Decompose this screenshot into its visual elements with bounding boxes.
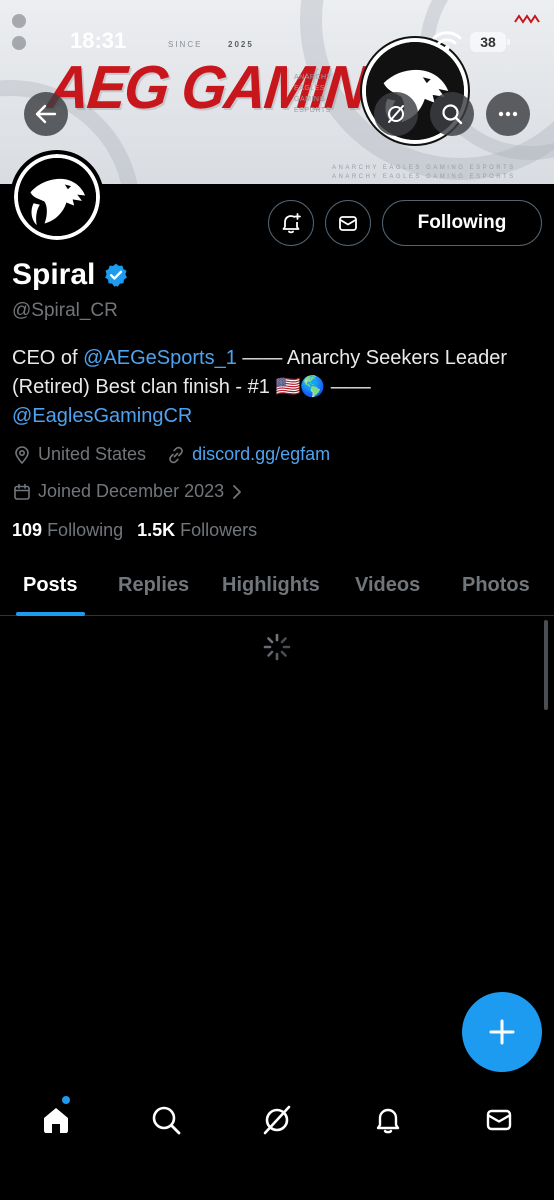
link-icon xyxy=(169,446,183,463)
nav-grok[interactable] xyxy=(257,1100,297,1140)
bio-mention-aegesports[interactable]: @AEGeSports_1 xyxy=(83,347,237,369)
profile-stats: 109 Following 1.5K Followers xyxy=(12,520,257,541)
banner-list: ANARCHY EAGLES GAMING ESPORTS xyxy=(294,74,332,114)
nav-home[interactable] xyxy=(36,1100,76,1140)
nav-messages[interactable] xyxy=(479,1100,519,1140)
profile-website-link[interactable]: discord.gg/egfam xyxy=(192,444,330,465)
profile-location: United States xyxy=(38,444,147,464)
status-indicators xyxy=(12,14,26,58)
banner-since-label: SINCE xyxy=(168,40,203,49)
search-icon xyxy=(442,104,463,125)
followers-stat[interactable]: 1.5K Followers xyxy=(137,520,257,541)
banner-title: AEG GAMING xyxy=(44,53,412,122)
more-icon xyxy=(498,111,518,117)
avatar[interactable] xyxy=(10,150,104,244)
tab-highlights[interactable]: Highlights xyxy=(222,574,320,597)
profile-tabs: Posts Replies Highlights Videos Photos xyxy=(0,560,554,616)
wifi-icon xyxy=(432,31,462,51)
nav-notifications[interactable] xyxy=(368,1100,408,1140)
profile-joined-date: Joined December 2023 xyxy=(38,481,225,501)
location-pin-icon xyxy=(15,445,29,464)
grok-icon xyxy=(388,105,404,123)
mail-icon xyxy=(486,1109,512,1131)
loading-spinner-icon xyxy=(263,633,291,661)
home-notification-dot xyxy=(62,1096,70,1104)
back-button[interactable] xyxy=(24,92,68,136)
mail-icon xyxy=(339,216,357,231)
verified-badge-icon[interactable] xyxy=(103,262,129,288)
profile-handle: @Spiral_CR xyxy=(12,300,118,321)
scrollbar[interactable] xyxy=(544,620,548,710)
following-stat[interactable]: 109 Following xyxy=(12,520,123,541)
battery-indicator: 38 xyxy=(470,32,510,52)
plus-icon xyxy=(489,1019,515,1045)
banner-since-value: 2025 xyxy=(228,40,254,49)
tab-photos[interactable]: Photos xyxy=(462,574,530,597)
calendar-icon xyxy=(14,483,30,500)
bio-mention-eaglesgaming[interactable]: @EaglesGamingCR xyxy=(12,405,192,427)
banner-footer: ANARCHY EAGLES GAMING ESPORTS ANARCHY EA… xyxy=(332,165,516,180)
status-time: 18:31 xyxy=(70,28,127,53)
more-button[interactable] xyxy=(486,92,530,136)
tab-replies[interactable]: Replies xyxy=(118,574,189,597)
profile-meta-location-row: United States discord.gg/egfam xyxy=(12,444,330,465)
notify-button[interactable] xyxy=(268,200,314,246)
banner-mark-icon xyxy=(514,14,540,24)
grok-icon xyxy=(263,1105,291,1135)
profile-joined-row[interactable]: Joined December 2023 xyxy=(12,481,250,502)
tab-videos[interactable]: Videos xyxy=(355,574,420,597)
bell-plus-icon xyxy=(282,213,301,234)
active-tab-indicator xyxy=(16,612,85,616)
nav-search[interactable] xyxy=(146,1100,186,1140)
chevron-right-icon xyxy=(233,484,242,499)
arrow-left-icon xyxy=(35,104,57,124)
search-button[interactable] xyxy=(430,92,474,136)
following-button[interactable]: Following xyxy=(382,200,542,246)
grok-button[interactable] xyxy=(374,92,418,136)
profile-name: Spiral xyxy=(12,258,96,291)
tab-posts[interactable]: Posts xyxy=(23,574,77,597)
compose-post-button[interactable] xyxy=(462,992,542,1072)
home-icon xyxy=(44,1108,68,1133)
bell-icon xyxy=(376,1108,400,1134)
profile-name-row: Spiral xyxy=(12,258,129,292)
bottom-nav xyxy=(0,1080,554,1200)
message-button[interactable] xyxy=(325,200,371,246)
search-icon xyxy=(152,1106,181,1135)
profile-bio: CEO of @AEGeSports_1 —— Anarchy Seekers … xyxy=(12,347,507,427)
